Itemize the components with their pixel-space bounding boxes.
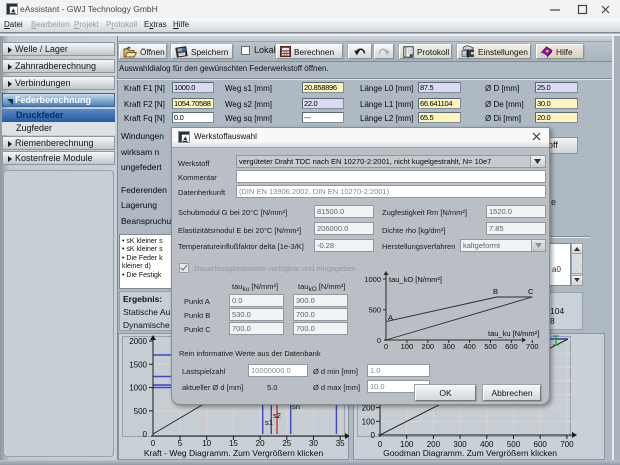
svg-text:100: 100 bbox=[362, 417, 376, 426]
svg-text:500: 500 bbox=[368, 306, 381, 315]
svg-text:s2: s2 bbox=[273, 411, 281, 420]
svg-text:10: 10 bbox=[202, 439, 211, 448]
svg-text:600: 600 bbox=[505, 342, 518, 351]
svg-text:700: 700 bbox=[526, 342, 539, 351]
svg-text:200: 200 bbox=[422, 342, 435, 351]
svg-text:0: 0 bbox=[151, 439, 156, 448]
svg-text:1000: 1000 bbox=[364, 275, 381, 284]
svg-text:2000: 2000 bbox=[129, 337, 147, 346]
svg-text:20: 20 bbox=[256, 439, 265, 448]
svg-text:tau_ku [N/mm²]: tau_ku [N/mm²] bbox=[488, 329, 539, 338]
svg-text:0: 0 bbox=[143, 430, 148, 439]
svg-text:s1: s1 bbox=[265, 418, 273, 427]
svg-text:100: 100 bbox=[401, 342, 414, 351]
svg-text:25: 25 bbox=[282, 439, 291, 448]
svg-text:B: B bbox=[493, 287, 498, 296]
svg-text:300: 300 bbox=[442, 342, 455, 351]
svg-text:500: 500 bbox=[484, 342, 497, 351]
svg-text:400: 400 bbox=[463, 342, 476, 351]
svg-text:30: 30 bbox=[309, 439, 318, 448]
svg-text:0: 0 bbox=[371, 431, 376, 440]
svg-text:1500: 1500 bbox=[129, 360, 147, 369]
svg-text:0: 0 bbox=[384, 342, 388, 351]
svg-text:A: A bbox=[388, 313, 393, 322]
svg-text:15: 15 bbox=[229, 439, 238, 448]
svg-text:500: 500 bbox=[134, 407, 148, 416]
svg-text:0: 0 bbox=[377, 336, 381, 345]
svg-text:35: 35 bbox=[336, 439, 345, 448]
svg-text:C: C bbox=[528, 287, 534, 296]
svg-text:tau_kO [N/mm²]: tau_kO [N/mm²] bbox=[389, 275, 442, 284]
svg-text:1000: 1000 bbox=[129, 384, 147, 393]
svg-text:5: 5 bbox=[178, 439, 183, 448]
